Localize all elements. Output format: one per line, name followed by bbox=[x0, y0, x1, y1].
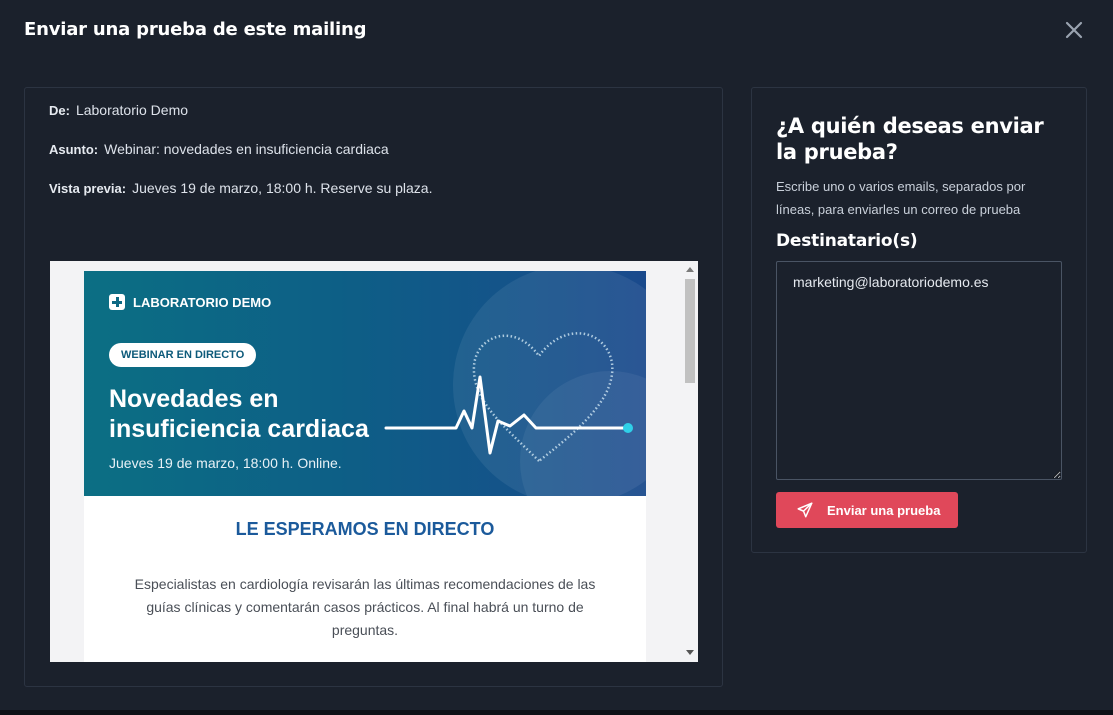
heart-pulse-icon bbox=[384, 332, 633, 463]
email-body: LABORATORIO DEMO WEBINAR EN DIRECTO Nove… bbox=[84, 271, 646, 662]
section-body: Especialistas en cardiología revisarán l… bbox=[134, 576, 596, 638]
scroll-up-icon[interactable] bbox=[686, 267, 694, 272]
hero-title: Novedades en insuficiencia cardiaca bbox=[109, 385, 369, 443]
medical-cross-icon bbox=[109, 294, 125, 310]
send-test-heading: ¿A quién deseas enviar la prueba? bbox=[776, 114, 1044, 164]
modal-title: Enviar una prueba de este mailing bbox=[24, 19, 367, 40]
recipients-label: Destinatario(s) bbox=[776, 231, 918, 251]
preview-text-value: Jueves 19 de marzo, 18:00 h. Reserve su … bbox=[132, 180, 433, 196]
hero-date: Jueves 19 de marzo, 18:00 h. Online. bbox=[109, 455, 342, 471]
subject-label: Asunto: bbox=[49, 142, 99, 157]
email-hero-banner: LABORATORIO DEMO WEBINAR EN DIRECTO Nove… bbox=[84, 271, 646, 496]
send-test-button-label: Enviar una prueba bbox=[827, 502, 941, 518]
close-button[interactable] bbox=[1062, 18, 1086, 42]
from-label: De: bbox=[49, 103, 70, 118]
from-value: Laboratorio Demo bbox=[75, 102, 189, 118]
preview-scrollbar[interactable] bbox=[682, 261, 698, 662]
send-test-panel: ¿A quién deseas enviar la prueba? Escrib… bbox=[751, 87, 1087, 553]
subject-value: Webinar: novedades en insuficiencia card… bbox=[104, 141, 389, 157]
email-brand: LABORATORIO DEMO bbox=[109, 294, 271, 310]
paper-plane-icon bbox=[797, 502, 813, 518]
scrollbar-thumb[interactable] bbox=[685, 279, 695, 383]
webinar-badge: WEBINAR EN DIRECTO bbox=[109, 343, 257, 367]
from-row: De: Laboratorio Demo bbox=[49, 102, 188, 118]
section-title: LE ESPERAMOS EN DIRECTO bbox=[235, 519, 495, 539]
subject-row: Asunto: Webinar: novedades en insuficienc… bbox=[49, 141, 389, 157]
brand-name: LABORATORIO DEMO bbox=[133, 294, 272, 310]
scroll-down-icon[interactable] bbox=[686, 650, 694, 655]
mailing-preview-panel: De: Laboratorio Demo Asunto: Webinar: nove… bbox=[24, 87, 723, 687]
send-test-button[interactable]: Enviar una prueba bbox=[776, 492, 958, 528]
close-icon bbox=[1065, 21, 1083, 39]
email-preview-frame[interactable]: LABORATORIO DEMO WEBINAR EN DIRECTO Nove… bbox=[50, 261, 698, 662]
bottom-edge bbox=[0, 710, 1113, 715]
recipients-textarea[interactable]: marketing@laboratoriodemo.es bbox=[776, 261, 1062, 480]
send-test-description: Escribe uno o varios emails, separados p… bbox=[776, 179, 1026, 217]
preview-text-row: Vista previa: Jueves 19 de marzo, 18:00 h… bbox=[49, 180, 433, 196]
preview-text-label: Vista previa: bbox=[49, 181, 127, 196]
